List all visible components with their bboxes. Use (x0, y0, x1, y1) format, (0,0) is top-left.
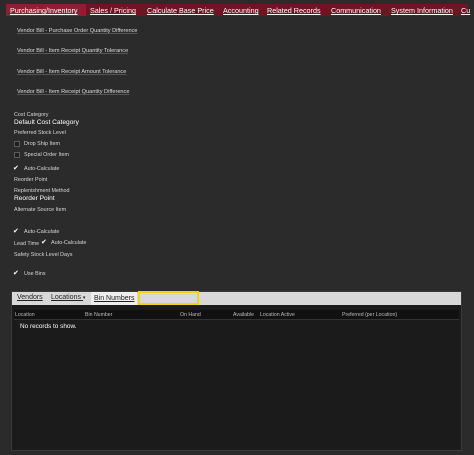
tab-sales-pricing[interactable]: Sales / Pricing (86, 4, 143, 16)
link-vb-ir-qty-difference[interactable]: Vendor Bill - Item Receipt Quantity Diff… (17, 89, 129, 95)
column-on-hand[interactable]: On Hand (180, 312, 201, 318)
sublist-tab-bin-numbers[interactable]: Bin Numbers (91, 292, 138, 305)
sublist-tab-bar: Vendors Locations ▾ Bin Numbers (12, 291, 461, 305)
link-vb-ir-qty-tolerance[interactable]: Vendor Bill - Item Receipt Quantity Tole… (17, 48, 128, 54)
column-location-active[interactable]: Location Active (260, 312, 295, 318)
tab-related-records[interactable]: Related Records (263, 4, 327, 16)
tab-system-information[interactable]: System Information (387, 4, 457, 16)
replenishment-method-value[interactable]: Reorder Point (14, 195, 55, 202)
bin-numbers-sublist: Vendors Locations ▾ Bin Numbers Location… (11, 291, 462, 451)
sublist-tab-locations-label: Locations (51, 294, 81, 301)
tab-communication[interactable]: Communication (327, 4, 387, 16)
drop-ship-checkbox[interactable] (14, 141, 20, 147)
column-bin-number[interactable]: Bin Number (85, 312, 112, 318)
sublist-tab-locations[interactable]: Locations ▾ (51, 294, 85, 301)
alternate-source-item-label: Alternate Source Item (14, 207, 67, 213)
tab-purchasing-inventory[interactable]: Purchasing/Inventory (6, 4, 86, 16)
empty-state-message: No records to show. (20, 323, 77, 330)
sublist-tab-vendors[interactable]: Vendors (17, 294, 43, 301)
preferred-stock-level-label: Preferred Stock Level (14, 130, 66, 136)
special-order-label: Special Order Item (24, 152, 69, 158)
auto-calculate-reorder-label: Auto-Calculate (24, 166, 60, 172)
auto-calculate-lead-time-checkbox[interactable]: ✔ (41, 239, 48, 246)
safety-stock-level-days-label: Safety Stock Level Days (14, 252, 73, 258)
auto-calculate-label-2: Auto-Calculate (24, 229, 60, 235)
sublist-table-header: Location Bin Number On Hand Available Lo… (14, 310, 459, 320)
column-preferred-per-location[interactable]: Preferred (per Location) (342, 312, 397, 318)
lead-time-label: Lead Time (14, 241, 40, 247)
tab-accounting[interactable]: Accounting (219, 4, 263, 16)
link-vb-ir-amount-tolerance[interactable]: Vendor Bill - Item Receipt Amount Tolera… (17, 69, 126, 75)
auto-calculate-lead-time-label: Auto-Calculate (51, 240, 87, 246)
auto-calculate-reorder-checkbox[interactable]: ✔ (13, 165, 20, 172)
chevron-down-icon: ▾ (82, 295, 86, 301)
highlight-box (138, 291, 199, 305)
reorder-point-label: Reorder Point (14, 177, 48, 183)
main-tab-bar: Purchasing/Inventory Sales / Pricing Cal… (6, 4, 470, 16)
auto-calculate-checkbox-2[interactable]: ✔ (13, 228, 20, 235)
tab-custom[interactable]: Cu (457, 4, 470, 16)
tab-calculate-base-price[interactable]: Calculate Base Price (143, 4, 219, 16)
use-bins-label: Use Bins (24, 271, 46, 277)
cost-category-value[interactable]: Default Cost Category (14, 119, 79, 126)
cost-category-label: Cost Category (14, 112, 49, 118)
link-vb-po-qty-difference[interactable]: Vendor Bill - Purchase Order Quantity Di… (17, 28, 138, 34)
use-bins-checkbox[interactable]: ✔ (13, 270, 20, 277)
replenishment-method-label: Replenishment Method (14, 188, 70, 194)
special-order-checkbox[interactable] (14, 152, 20, 158)
drop-ship-label: Drop Ship Item (24, 141, 60, 147)
column-location[interactable]: Location (15, 312, 35, 318)
column-available[interactable]: Available (233, 312, 254, 318)
